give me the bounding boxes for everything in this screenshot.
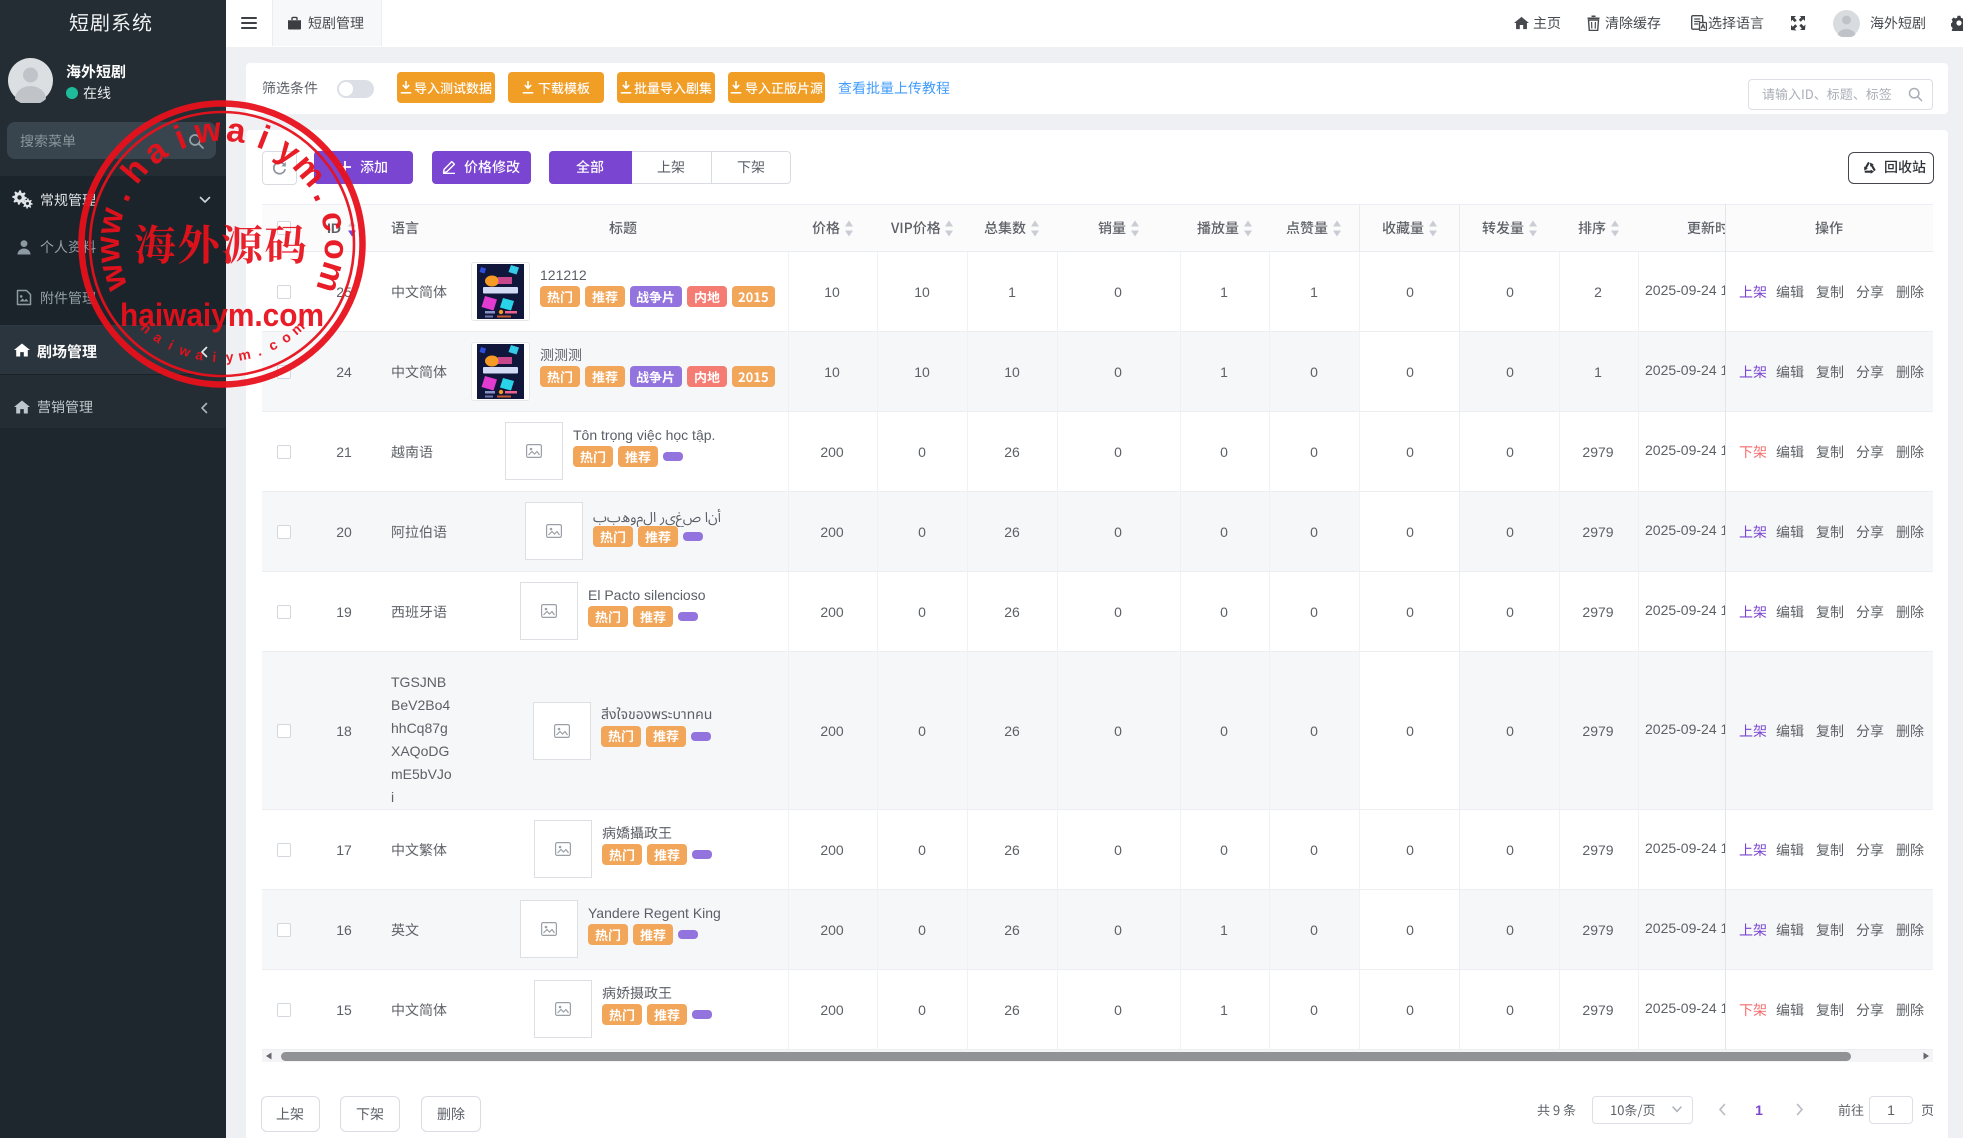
svg-text:i: i xyxy=(166,337,177,353)
svg-text:haiwaiym.com: haiwaiym.com xyxy=(120,297,324,333)
svg-text:a: a xyxy=(194,346,205,363)
svg-text:.: . xyxy=(100,182,138,207)
svg-text:m: m xyxy=(308,257,353,297)
svg-text:c: c xyxy=(313,208,354,234)
svg-text:m: m xyxy=(237,346,252,364)
svg-text:c: c xyxy=(266,336,280,354)
svg-text:a: a xyxy=(224,111,249,151)
svg-text:w: w xyxy=(88,235,127,265)
svg-text:w: w xyxy=(91,259,136,297)
svg-text:y: y xyxy=(225,348,234,364)
svg-text:o: o xyxy=(316,238,355,261)
svg-text:w: w xyxy=(89,204,132,239)
svg-text:i: i xyxy=(212,349,217,365)
svg-text:i: i xyxy=(252,118,275,157)
svg-text:.: . xyxy=(255,343,264,359)
svg-text:w: w xyxy=(191,110,223,151)
svg-text:i: i xyxy=(169,118,192,157)
svg-text:w: w xyxy=(176,341,193,360)
